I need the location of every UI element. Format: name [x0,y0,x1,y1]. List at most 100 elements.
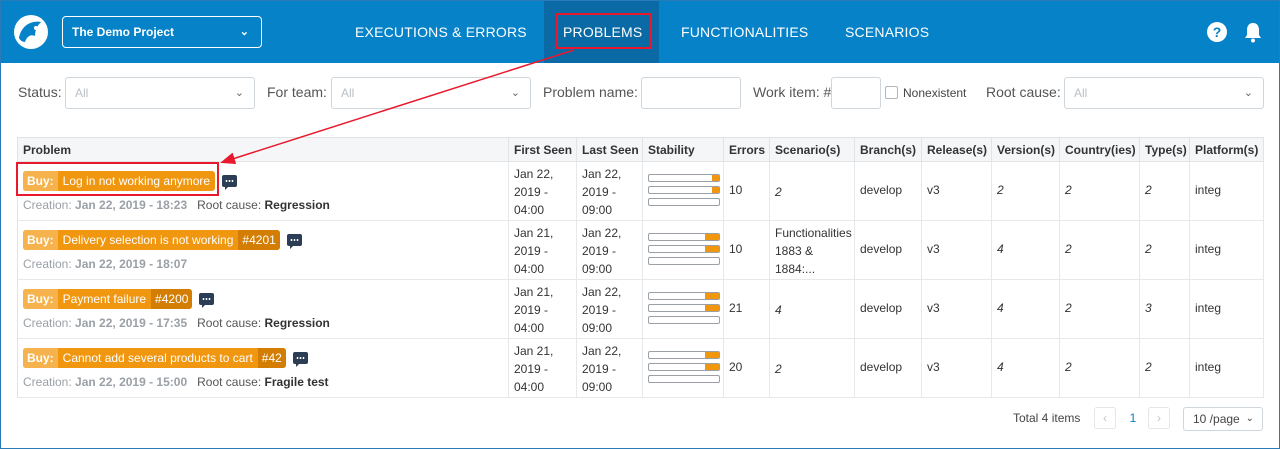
type-value: 2 [1145,360,1152,374]
cell-country [1060,280,1140,339]
stability-bar [648,198,720,206]
column-header-problem[interactable]: Problem [18,138,509,162]
problem-badge[interactable]: Buy: Delivery selection is not working #42… [23,230,280,250]
tab-functionalities[interactable]: FUNCTIONALITIES [681,1,808,63]
app-window: The Demo Project ⌄ EXECUTIONS & ERRORS P… [0,0,1280,449]
branch-value: develop [860,360,903,374]
root-cause-label: Root cause: [197,316,262,330]
date-line: 2019 - [514,303,549,317]
tab-label: EXECUTIONS & ERRORS [355,24,527,40]
creation-date: Jan 22, 2019 - 18:23 [75,198,188,212]
column-header-branch[interactable]: Branch(s) [855,138,922,162]
column-header-scenarios[interactable]: Scenario(s) [770,138,855,162]
release-value: v3 [927,301,940,315]
project-selector[interactable]: The Demo Project ⌄ [62,16,262,48]
page-size-select[interactable]: 10 /page ⌄ [1183,407,1263,431]
stability-bar [648,174,720,182]
date-line: Jan 21, [514,285,554,299]
comment-icon[interactable] [222,175,237,190]
problem-meta: Creation: Jan 22, 2019 - 18:23 Root cause… [23,198,330,212]
problem-badge[interactable]: Buy: Payment failure #4200 [23,289,193,309]
branch-value: develop [860,183,903,197]
bell-icon[interactable] [1243,21,1263,43]
first-seen-date: Jan 21, 2019 - 04:00 [514,342,553,396]
work-item-label: Work item: # [753,84,832,100]
chevron-right-icon[interactable]: › [1148,407,1170,429]
problem-name-input[interactable] [641,77,741,109]
status-select[interactable]: All ⌄ [65,77,255,109]
comment-icon[interactable] [199,293,214,308]
column-header-last-seen[interactable]: Last Seen [577,138,643,162]
creation-label: Creation: [23,375,72,389]
chevron-left-icon[interactable]: ‹ [1094,407,1116,429]
date-line: Jan 22, [582,344,622,358]
first-seen-date: Jan 22, 2019 - 04:00 [514,165,553,219]
scenarios-value[interactable]: 2 [775,183,782,201]
root-cause: Root cause: Regression [197,316,330,330]
table-row[interactable]: Buy: Delivery selection is not working #42… [18,221,1264,280]
column-header-version[interactable]: Version(s) [992,138,1060,162]
stability-bar [648,375,720,383]
country-value: 2 [1065,301,1072,315]
release-value: v3 [927,360,940,374]
team-label: For team: [267,84,327,100]
problem-name: Payment failure [62,292,147,306]
column-header-country[interactable]: Country(ies) [1060,138,1140,162]
root-cause-select[interactable]: All ⌄ [1064,77,1264,109]
column-header-platform[interactable]: Platform(s) [1190,138,1264,162]
errors-value: 20 [729,360,743,374]
work-item-number[interactable]: #4201 [238,230,280,250]
table-row[interactable]: Buy: Payment failure #4200 Creation: Jan 22… [18,280,1264,339]
branch-value: develop [860,301,903,315]
column-header-first-seen[interactable]: First Seen [509,138,577,162]
column-header-stability[interactable]: Stability [643,138,724,162]
cell-scenarios [770,162,855,221]
work-item-input[interactable] [831,77,881,109]
table-row[interactable]: Buy: Cannot add several products to cart #… [18,339,1264,398]
nonexistent-checkbox[interactable] [885,86,898,99]
date-line: 04:00 [514,203,545,217]
tab-executions-errors[interactable]: EXECUTIONS & ERRORS [355,1,527,63]
work-item-number[interactable]: #42 [257,348,286,368]
stability-bar [648,257,720,265]
tab-label: FUNCTIONALITIES [681,24,809,40]
creation-label: Creation: [23,257,72,271]
work-item-number[interactable]: #4200 [151,289,193,309]
root-cause-label: Root cause: [197,375,262,389]
date-line: 2019 - [582,185,617,199]
status-label: Status: [18,84,62,100]
tab-scenarios[interactable]: SCENARIOS [845,1,929,63]
date-line: 2019 - [582,362,617,376]
comment-dots [296,357,305,359]
column-header-errors[interactable]: Errors [724,138,770,162]
help-icon[interactable]: ? [1207,22,1227,42]
release-value: v3 [927,183,940,197]
scenario-line: 4 [775,303,782,317]
scenarios-value[interactable]: 4 [775,301,782,319]
parrot-logo-icon[interactable] [13,14,49,50]
scenarios-value[interactable]: 2 [775,360,782,378]
comment-icon[interactable] [293,352,308,367]
column-header-release[interactable]: Release(s) [922,138,992,162]
date-line: 04:00 [514,380,545,394]
creation-label: Creation: [23,198,72,212]
root-cause-value: Fragile test [264,375,329,389]
date-line: 2019 - [514,362,549,376]
stability-bar [648,304,720,312]
scenario-line: 1884:... [775,262,816,276]
filter-bar: Status: All ⌄ For team: All ⌄ Problem na… [1,63,1279,121]
stability-bar [648,245,720,253]
tab-problems[interactable]: PROBLEMS [544,1,659,63]
page-1-button[interactable]: 1 [1122,407,1144,429]
date-line: Jan 22, [582,285,622,299]
creation-date: Jan 22, 2019 - 15:00 [75,375,188,389]
team-select[interactable]: All ⌄ [331,77,531,109]
stability-fill [712,175,719,181]
comment-icon[interactable] [287,234,302,249]
scenarios-value[interactable]: Functionalities 1883 & 1884:... [775,224,852,278]
date-line: Jan 22, [582,226,622,240]
cell-country [1060,339,1140,398]
problem-badge[interactable]: Buy: Cannot add several products to cart #… [23,348,286,368]
column-header-type[interactable]: Type(s) [1140,138,1190,162]
problem-prefix: Buy: [23,348,58,368]
